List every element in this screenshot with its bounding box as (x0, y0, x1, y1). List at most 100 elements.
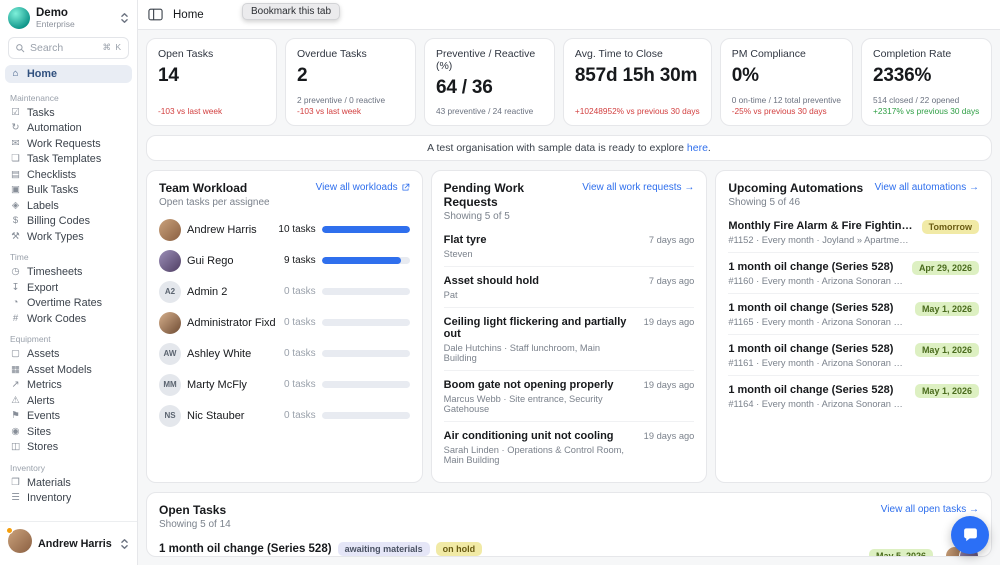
card-title: Team Workload (159, 181, 270, 195)
task-count: 0 tasks (284, 348, 316, 359)
work-request-row[interactable]: Boom gate not opening properlyMarcus Web… (444, 371, 695, 422)
avatar: A2 (159, 281, 181, 303)
kpi-value: 14 (158, 65, 265, 87)
assignee-name: Admin 2 (187, 286, 278, 298)
sidebar-item-home[interactable]: ⌂ Home (5, 65, 132, 83)
sidebar-item-alerts[interactable]: ⚠Alerts (0, 393, 137, 409)
hammer-icon: ⚒ (10, 232, 21, 242)
card-subtitle: Showing 5 of 46 (728, 197, 863, 208)
request-age: 7 days ago (649, 276, 695, 300)
sidebar-item-events[interactable]: ⚑Events (0, 408, 137, 424)
open-task-row[interactable]: 1 month oil change (Series 528) awaiting… (159, 532, 979, 557)
sidebar-item-label: Assets (27, 348, 59, 360)
org-logo (8, 7, 30, 29)
pending-requests-header: Pending Work Requests Showing 5 of 5 (444, 181, 575, 222)
sidebar-item-checklists[interactable]: ▤ Checklists (0, 167, 137, 183)
sidebar-item-label: Sites (27, 426, 51, 438)
work-request-row[interactable]: Air conditioning unit not coolingSarah L… (444, 422, 695, 472)
chevrons-up-down-icon (120, 12, 129, 24)
sidebar-item-stores[interactable]: ◫Stores (0, 439, 137, 455)
workload-row[interactable]: Andrew Harris 10 tasks (159, 214, 410, 245)
link-label: View all workloads (316, 182, 398, 193)
avatar (159, 312, 181, 334)
banner-here-link[interactable]: here (687, 142, 708, 154)
automations-header: Upcoming Automations Showing 5 of 46 (728, 181, 863, 208)
sidebar-item-label: Checklists (27, 169, 76, 181)
sidebar-item-metrics[interactable]: ↗Metrics (0, 377, 137, 393)
workload-row[interactable]: NS Nic Stauber 0 tasks (159, 400, 410, 431)
sidebar-item-label: Metrics (27, 379, 62, 391)
app-window: Demo Enterprise Search ⌘ K ⌂ Home Mainte… (0, 0, 1000, 565)
workload-row[interactable]: Gui Rego 9 tasks (159, 245, 410, 276)
sidebar-item-label: Work Requests (27, 138, 101, 150)
dollar-icon: $ (10, 216, 21, 226)
kpi-row: Open Tasks 14 -103 vs last week Overdue … (146, 38, 992, 126)
sidebar-item-overtime-rates[interactable]: ◔Overtime Rates (0, 295, 137, 311)
automation-title: 1 month oil change (Series 528) (728, 384, 907, 396)
home-icon: ⌂ (10, 69, 21, 79)
kpi-subtext: 43 preventive / 24 reactive (436, 106, 543, 116)
workload-bar (322, 319, 410, 326)
automation-row[interactable]: 1 month oil change (Series 528)#1161 · E… (728, 335, 979, 376)
automation-list: Monthly Fire Alarm & Fire Fighting – PPM… (728, 212, 979, 416)
request-title: Ceiling light flickering and partially o… (444, 316, 634, 340)
work-request-row[interactable]: Ceiling light flickering and partially o… (444, 308, 695, 371)
sidebar-item-sites[interactable]: ◉Sites (0, 424, 137, 440)
automation-row[interactable]: 1 month oil change (Series 528)#1164 · E… (728, 376, 979, 416)
sidebar-item-label: Task Templates (27, 153, 101, 165)
workload-row[interactable]: A2 Admin 2 0 tasks (159, 276, 410, 307)
sidebar-item-automation[interactable]: ↻Automation (0, 120, 137, 136)
request-age: 7 days ago (649, 235, 695, 259)
search-input[interactable]: Search ⌘ K (8, 37, 129, 59)
sidebar-item-export[interactable]: ↧Export (0, 280, 137, 296)
sidebar-item-work-codes[interactable]: #Work Codes (0, 311, 137, 327)
work-request-row[interactable]: Asset should holdPat 7 days ago (444, 267, 695, 308)
sidebar-item-inventory[interactable]: ☰Inventory (0, 490, 137, 506)
assignee-name: Nic Stauber (187, 410, 278, 422)
avatar (159, 250, 181, 272)
sidebar-item-label: Work Types (27, 231, 84, 243)
org-info: Demo Enterprise (36, 7, 114, 30)
sidebar-item-task-templates[interactable]: ❏Task Templates (0, 151, 137, 167)
kpi-subtext: 2 preventive / 0 reactive (297, 95, 404, 105)
sidebar-section-inventory: Inventory (10, 463, 127, 473)
tab-home[interactable]: Home (173, 9, 204, 21)
automation-row[interactable]: Monthly Fire Alarm & Fire Fighting – PPM… (728, 212, 979, 253)
automation-row[interactable]: 1 month oil change (Series 528)#1165 · E… (728, 294, 979, 335)
automation-row[interactable]: 1 month oil change (Series 528)#1160 · E… (728, 253, 979, 294)
sidebar-item-assets[interactable]: ▢Assets (0, 346, 137, 362)
sidebar-item-work-requests[interactable]: ✉Work Requests (0, 136, 137, 152)
view-all-open-tasks-link[interactable]: View all open tasks → (881, 504, 979, 515)
kpi-subtext: -103 vs last week (297, 106, 404, 116)
user-menu[interactable]: Andrew Harris (0, 521, 137, 565)
bookmark-tooltip: Bookmark this tab (242, 3, 340, 20)
card-title: Upcoming Automations (728, 181, 863, 195)
request-meta: Dale Hutchins · Staff lunchroom, Main Bu… (444, 343, 634, 363)
org-switcher[interactable]: Demo Enterprise (0, 0, 137, 35)
chat-launcher-button[interactable] (951, 516, 989, 554)
sidebar-item-asset-models[interactable]: ▦Asset Models (0, 362, 137, 378)
workload-row[interactable]: MM Marty McFly 0 tasks (159, 369, 410, 400)
view-all-work-requests-link[interactable]: View all work requests → (582, 182, 694, 193)
sidebar-item-materials[interactable]: ❒Materials (0, 475, 137, 491)
checklist-icon: ▤ (10, 170, 21, 180)
kpi-title: Avg. Time to Close (575, 48, 700, 60)
sidebar-item-work-types[interactable]: ⚒ Work Types (0, 229, 137, 245)
sidebar-toggle-button[interactable] (148, 8, 163, 21)
sidebar-item-timesheets[interactable]: ◷Timesheets (0, 264, 137, 280)
sidebar-item-label: Inventory (27, 492, 71, 504)
sidebar-item-labels[interactable]: ◈Labels (0, 198, 137, 214)
sidebar-item-label: Overtime Rates (27, 297, 102, 309)
work-request-row[interactable]: Flat tyreSteven 7 days ago (444, 226, 695, 267)
workload-row[interactable]: AW Ashley White 0 tasks (159, 338, 410, 369)
view-all-workloads-link[interactable]: View all workloads (316, 182, 410, 193)
task-count: 0 tasks (284, 410, 316, 421)
sidebar-item-tasks[interactable]: ☑Tasks (0, 105, 137, 121)
workload-row[interactable]: Administrator Fixd 0 tasks (159, 307, 410, 338)
due-date-badge: Apr 29, 2026 (912, 261, 979, 275)
view-all-automations-link[interactable]: View all automations → (875, 182, 979, 193)
sidebar-item-billing-codes[interactable]: $Billing Codes (0, 213, 137, 229)
avatar: MM (159, 374, 181, 396)
kpi-subtext: -25% vs previous 30 days (732, 106, 841, 116)
sidebar-item-bulk-tasks[interactable]: ▣Bulk Tasks (0, 182, 137, 198)
